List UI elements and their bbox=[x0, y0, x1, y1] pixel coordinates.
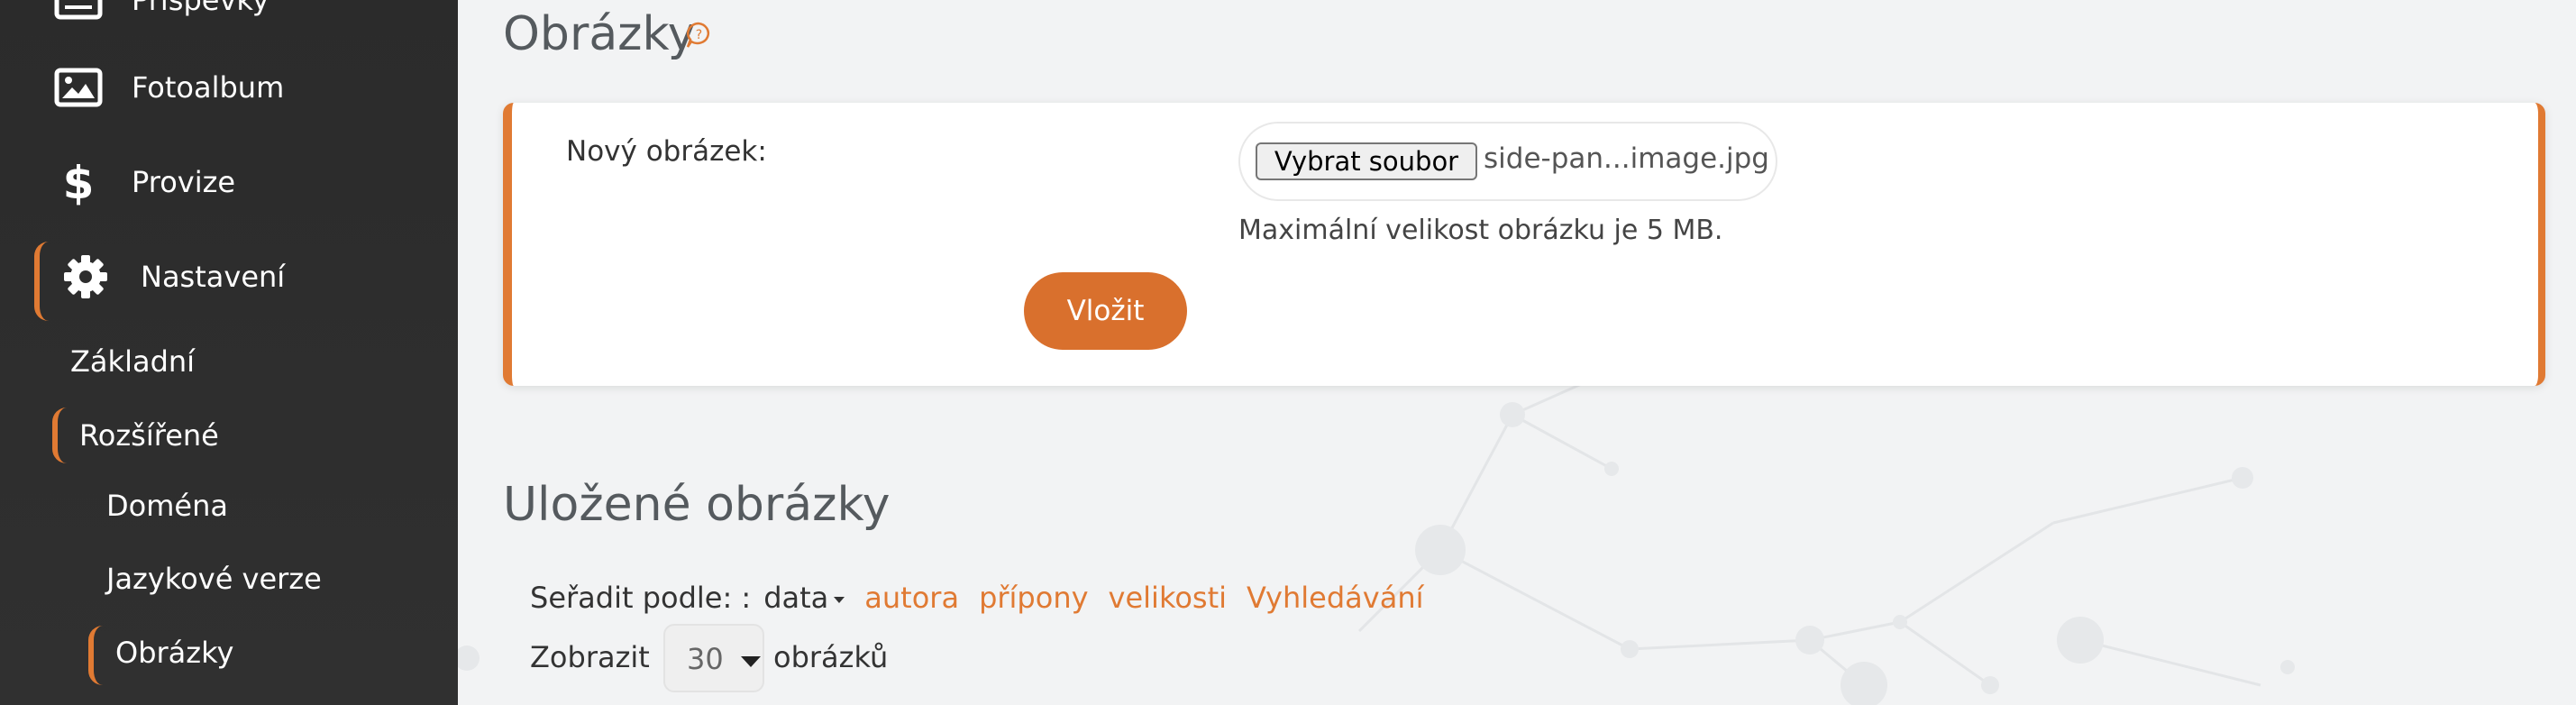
sidebar-item-label: Příspěvky bbox=[132, 0, 269, 17]
sidebar-item-nastaveni[interactable]: Nastavení bbox=[0, 245, 458, 308]
sidebar-subitem-zakladni[interactable]: Základní bbox=[0, 330, 458, 393]
sidebar-subsubitem-jazykove-verze[interactable]: Jazykové verze bbox=[0, 547, 458, 610]
sort-bar: Seřadit podle: : data autora přípony vel… bbox=[530, 579, 1423, 617]
sidebar-item-prispevky[interactable]: Příspěvky bbox=[0, 0, 458, 32]
sort-by-date[interactable]: data bbox=[763, 581, 845, 615]
show-suffix: obrázků bbox=[773, 640, 889, 674]
sidebar-item-fotoalbum[interactable]: Fotoalbum bbox=[0, 56, 458, 119]
sidebar-item-label: Provize bbox=[132, 165, 236, 199]
sidebar-item-label: Doména bbox=[106, 489, 228, 523]
sidebar-subsubitem-obrazky[interactable]: Obrázky bbox=[0, 621, 458, 684]
gear-icon bbox=[59, 255, 112, 298]
sort-active-label: data bbox=[763, 581, 829, 615]
sidebar-subitem-rozsirene[interactable]: Rozšířené bbox=[0, 404, 458, 467]
sidebar: Příspěvky Fotoalbum $ Provize Nastavení … bbox=[0, 0, 458, 705]
help-bubble-icon[interactable]: ? bbox=[685, 22, 712, 49]
newspaper-icon bbox=[52, 0, 105, 22]
caret-down-icon bbox=[834, 596, 845, 603]
dollar-icon: $ bbox=[52, 157, 105, 207]
insert-button[interactable]: Vložit bbox=[1024, 272, 1187, 350]
sidebar-item-label: Nastavení bbox=[141, 260, 286, 294]
svg-text:$: $ bbox=[63, 157, 95, 207]
new-image-label: Nový obrázek: bbox=[566, 135, 767, 168]
search-link[interactable]: Vyhledávání bbox=[1247, 581, 1423, 615]
page-title: Obrázky bbox=[503, 7, 696, 61]
svg-text:?: ? bbox=[696, 28, 702, 42]
sort-label: Seřadit podle: : bbox=[530, 581, 752, 615]
page-size-value: 30 bbox=[687, 642, 724, 676]
sidebar-item-label: Obrázky bbox=[115, 636, 234, 670]
sidebar-item-label: Základní bbox=[70, 344, 196, 379]
sidebar-item-label: Jazykové verze bbox=[106, 562, 322, 596]
show-label: Zobrazit bbox=[530, 640, 650, 674]
max-size-hint: Maximální velikost obrázku je 5 MB. bbox=[1238, 215, 1723, 246]
page-size-select[interactable]: 30 bbox=[663, 624, 764, 692]
choose-file-button[interactable]: Vybrat soubor bbox=[1256, 142, 1477, 180]
sidebar-item-provize[interactable]: $ Provize bbox=[0, 151, 458, 214]
saved-images-title: Uložené obrázky bbox=[503, 478, 891, 532]
main-content: Obrázky ? Nový obrázek: Vybrat soubor si… bbox=[458, 0, 2576, 705]
sort-by-extension-link[interactable]: přípony bbox=[979, 581, 1088, 615]
sort-by-author-link[interactable]: autora bbox=[864, 581, 959, 615]
selected-file-name: side-pan...image.jpg bbox=[1484, 142, 1769, 175]
image-icon bbox=[52, 66, 105, 109]
sidebar-item-label: Fotoalbum bbox=[132, 70, 285, 105]
sidebar-subsubitem-domena[interactable]: Doména bbox=[0, 474, 458, 537]
chevron-down-icon bbox=[741, 656, 761, 667]
sidebar-item-label: Rozšířené bbox=[79, 418, 219, 453]
sort-by-size-link[interactable]: velikosti bbox=[1109, 581, 1227, 615]
